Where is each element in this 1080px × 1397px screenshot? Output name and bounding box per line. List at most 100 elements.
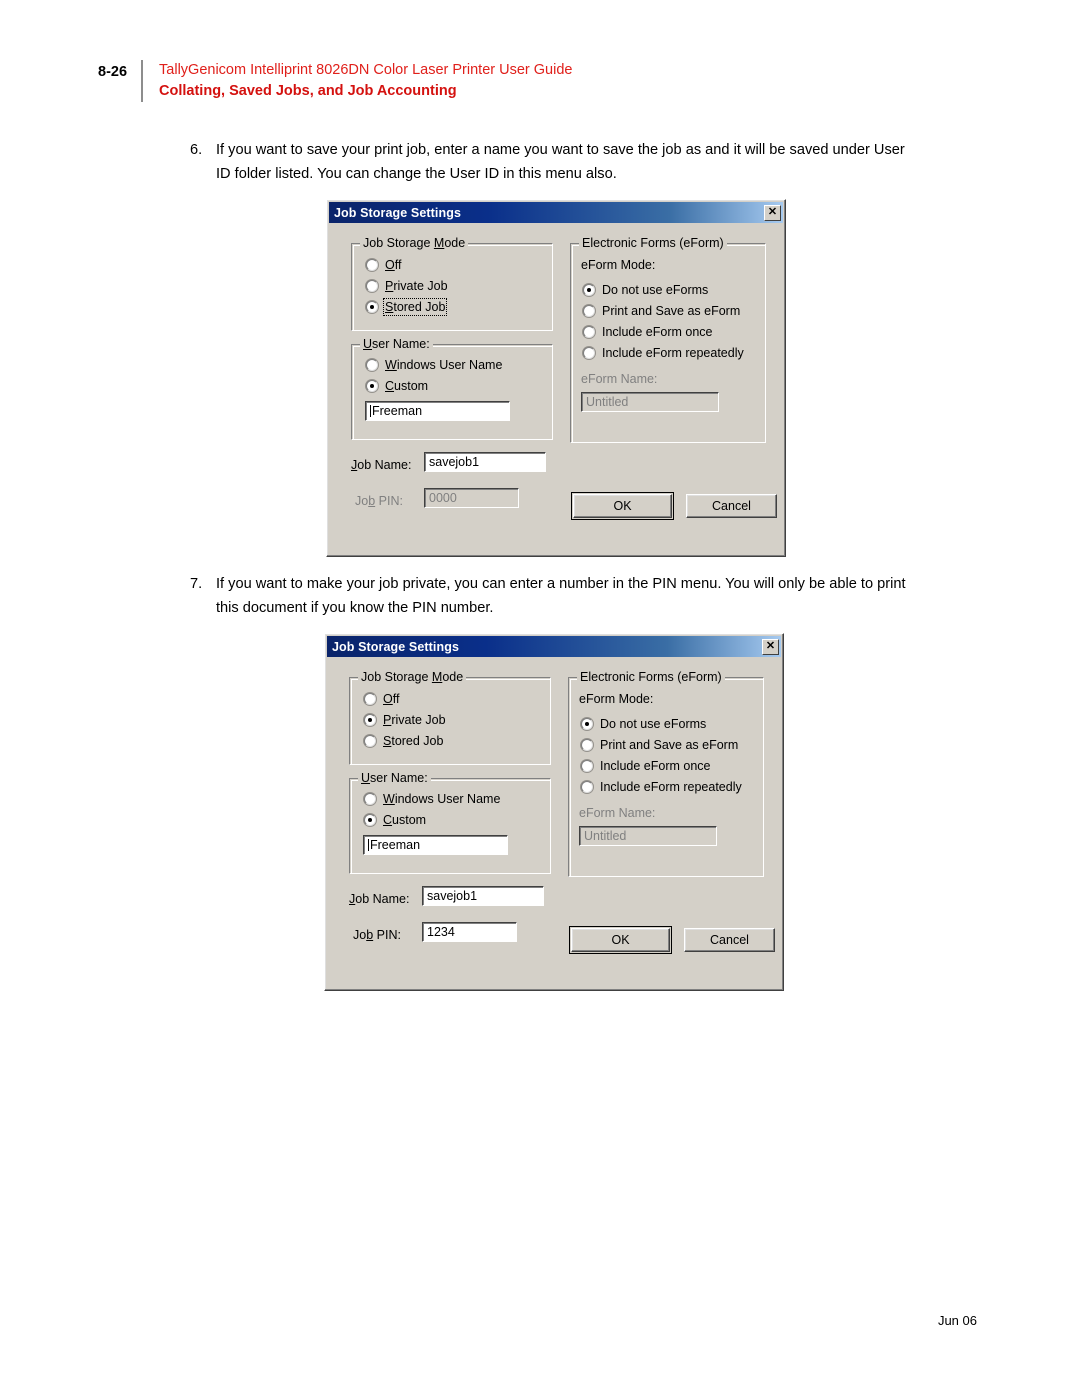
radio-label: Custom [383,812,427,827]
radio-indicator-icon [364,692,376,705]
radio-label: Print and Save as eForm [600,737,739,752]
text-caret [370,405,371,417]
radio-off[interactable]: Off [364,688,446,709]
eform-name-value: Untitled [586,394,629,409]
radio-indicator-icon [583,304,595,317]
user-name-legend: User Name: [360,337,433,351]
custom-user-name-value: Freeman [370,837,421,852]
radio-label: Private Job [383,712,446,727]
dialog-titlebar[interactable]: Job Storage Settings ✕ [329,202,783,223]
radio-stored-job[interactable]: Stored Job [364,730,446,751]
job-name-value: savejob1 [427,888,478,903]
page-header: 8-26 TallyGenicom Intelliprint 8026DN Co… [98,60,572,102]
radio-private-job[interactable]: Private Job [366,275,448,296]
radio-indicator-icon [581,717,593,730]
guide-title: TallyGenicom Intelliprint 8026DN Color L… [159,62,573,78]
job-name-input[interactable]: savejob1 [422,886,544,906]
dialog-titlebar[interactable]: Job Storage Settings ✕ [327,636,781,657]
job-storage-mode-group: Job Storage Mode Off Private Job Stored … [351,236,553,331]
job-pin-label: Job PIN: [355,494,403,508]
radio-indicator-icon [364,734,376,747]
radio-label: Print and Save as eForm [602,303,741,318]
radio-indicator-icon [364,813,376,826]
radio-indicator-icon [366,358,378,371]
radio-indicator-icon [364,713,376,726]
job-pin-input[interactable]: 1234 [422,922,517,942]
ok-button[interactable]: OK [569,926,672,954]
radio-label: Custom [385,378,429,393]
user-name-group: User Name: Windows User Name Custom Free… [349,771,551,874]
job-pin-value: 1234 [427,924,455,939]
job-pin-value: 0000 [429,490,457,505]
radio-print-and-save-as-eform[interactable]: Print and Save as eForm [583,300,744,321]
text-caret [368,839,369,851]
radio-label: Do not use eForms [600,716,707,731]
job-storage-mode-legend: Job Storage Mode [358,670,467,684]
radio-off[interactable]: Off [366,254,448,275]
step-text: If you want to make your job private, yo… [216,576,906,616]
job-storage-settings-dialog: Job Storage Settings ✕ Job Storage Mode … [326,199,786,557]
step-number: 7. [190,576,203,592]
job-pin-input[interactable]: 0000 [424,488,519,508]
radio-include-eform-repeatedly[interactable]: Include eForm repeatedly [581,776,742,797]
radio-label: Private Job [385,278,448,293]
radio-indicator-icon [583,325,595,338]
radio-include-eform-repeatedly[interactable]: Include eForm repeatedly [583,342,744,363]
radio-label: Off [385,257,402,272]
job-name-input[interactable]: savejob1 [424,452,546,472]
step-text: If you want to save your print job, ente… [216,142,905,182]
eform-mode-label: eForm Mode: [579,692,654,706]
radio-indicator-icon [364,792,376,805]
radio-custom[interactable]: Custom [366,375,502,396]
step-item: 7. If you want to make your job private,… [190,572,922,620]
radio-indicator-icon [366,279,378,292]
ok-button[interactable]: OK [571,492,674,520]
electronic-forms-legend: Electronic Forms (eForm) [579,236,727,250]
job-name-value: savejob1 [429,454,480,469]
radio-label: Stored Job [382,297,448,316]
radio-indicator-icon [366,258,378,271]
custom-user-name-input[interactable]: Freeman [363,835,508,855]
dialog-title: Job Storage Settings [334,205,462,220]
eform-name-input[interactable]: Untitled [579,826,717,846]
page-number: 8-26 [98,64,128,80]
job-storage-mode-group: Job Storage Mode Off Private Job Stored … [349,670,551,765]
radio-indicator-icon [366,379,378,392]
cancel-button[interactable]: Cancel [684,928,775,952]
radio-indicator-icon [366,300,378,313]
radio-include-eform-once[interactable]: Include eForm once [583,321,744,342]
radio-windows-user-name[interactable]: Windows User Name [364,788,500,809]
radio-label: Do not use eForms [602,282,709,297]
close-icon[interactable]: ✕ [762,638,779,655]
radio-indicator-icon [583,283,595,296]
cancel-button[interactable]: Cancel [686,494,777,518]
radio-private-job[interactable]: Private Job [364,709,446,730]
radio-label: Windows User Name [385,357,503,372]
radio-indicator-icon [581,759,593,772]
radio-label: Include eForm repeatedly [600,779,742,794]
custom-user-name-input[interactable]: Freeman [365,401,510,421]
header-divider [141,60,144,102]
radio-label: Windows User Name [383,791,501,806]
radio-do-not-use-eforms[interactable]: Do not use eForms [581,713,742,734]
radio-label: Include eForm once [602,324,713,339]
close-icon[interactable]: ✕ [764,204,781,221]
radio-stored-job[interactable]: Stored Job [366,296,448,317]
radio-include-eform-once[interactable]: Include eForm once [581,755,742,776]
custom-user-name-value: Freeman [372,403,423,418]
eform-name-value: Untitled [584,828,627,843]
radio-indicator-icon [581,780,593,793]
radio-print-and-save-as-eform[interactable]: Print and Save as eForm [581,734,742,755]
radio-indicator-icon [581,738,593,751]
radio-custom[interactable]: Custom [364,809,500,830]
radio-label: Include eForm repeatedly [602,345,744,360]
electronic-forms-group: Electronic Forms (eForm) eForm Mode: Do … [568,670,764,877]
section-title: Collating, Saved Jobs, and Job Accountin… [159,83,457,99]
electronic-forms-group: Electronic Forms (eForm) eForm Mode: Do … [570,236,766,443]
eform-name-input[interactable]: Untitled [581,392,719,412]
radio-windows-user-name[interactable]: Windows User Name [366,354,502,375]
job-pin-label: Job PIN: [353,928,401,942]
dialog-title: Job Storage Settings [332,639,460,654]
radio-do-not-use-eforms[interactable]: Do not use eForms [583,279,744,300]
step-item: 6. If you want to save your print job, e… [190,138,922,186]
